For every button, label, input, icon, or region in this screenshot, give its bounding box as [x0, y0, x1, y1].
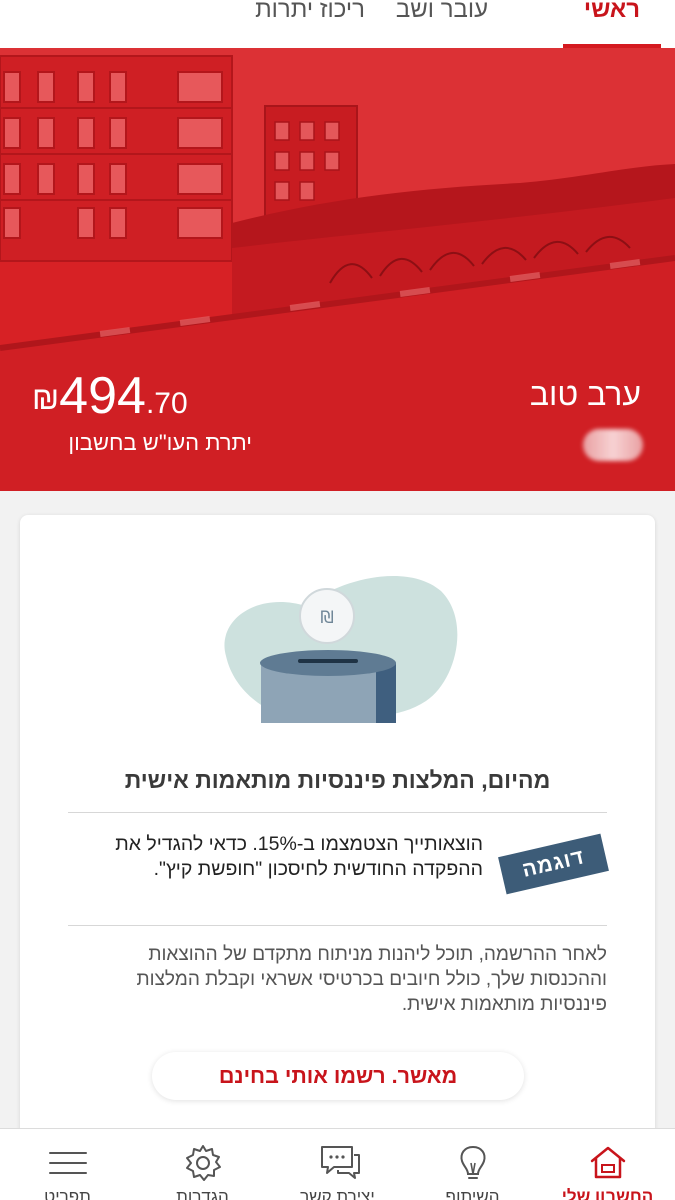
card-title: מהיום, המלצות פיננסיות מותאמות אישית [124, 767, 551, 793]
signup-free-button[interactable]: מאשר. רשמו אותי בחינם [152, 1052, 524, 1100]
gear-icon [186, 1145, 221, 1181]
example-badge: דוגמה [498, 833, 609, 895]
example-divider [68, 925, 607, 926]
title-divider [68, 812, 607, 813]
card-description: לאחר ההרשמה, תוכל ליהנות מניתוח מתקדם של… [136, 944, 608, 1015]
nav-menu[interactable]: תפריט [0, 1129, 135, 1200]
chat-icon [321, 1146, 360, 1179]
bottom-navigation: החשבון שלי השיתוף יצירת קשר הגדרות תפריט [0, 1128, 675, 1200]
tab-main-label: ראשי [583, 0, 641, 23]
nav-contact[interactable]: יצירת קשר [270, 1129, 405, 1200]
top-tabs: ראשי עובר ושב ריכוז יתרות [0, 0, 675, 48]
nav-my-account[interactable]: החשבון שלי [540, 1129, 675, 1200]
tab-balances-summary-label: ריכוז יתרות [255, 0, 365, 23]
lightbulb-icon [460, 1145, 486, 1179]
tab-transactions[interactable]: עובר ושב [387, 0, 497, 48]
balance-integer: 494 [59, 367, 146, 425]
user-name-blurred [583, 429, 643, 461]
nav-sharing-label: השיתוף [445, 1187, 500, 1200]
home-icon [590, 1146, 626, 1179]
example-recommendation-text: הוצאותייך הצטמצמו ב-15%. כדאי להגדיל את … [115, 833, 483, 880]
nav-sharing[interactable]: השיתוף [405, 1129, 540, 1200]
tab-main[interactable]: ראשי [563, 0, 661, 48]
nav-menu-label: תפריט [44, 1187, 91, 1200]
recommendations-card: ₪ מהיום, המלצות פיננסיות מותאמות אישית ה… [20, 515, 655, 1155]
balance-decimal: .70 [145, 387, 188, 420]
piggy-bank-coin-illustration: ₪ [224, 575, 458, 723]
hero-banner: ערב טוב ₪494.70 יתרת העו"ש בחשבון [0, 48, 675, 491]
account-balance[interactable]: ₪494.70 [32, 366, 188, 426]
nav-settings-label: הגדרות [176, 1187, 229, 1200]
greeting-text: ערב טוב [529, 376, 641, 412]
coin-shekel-icon: ₪ [320, 608, 333, 628]
balance-label: יתרת העו"ש בחשבון [68, 430, 252, 455]
menu-icon [49, 1152, 87, 1174]
balance-currency: ₪ [32, 380, 60, 416]
nav-my-account-label: החשבון שלי [561, 1187, 654, 1200]
nav-settings[interactable]: הגדרות [135, 1129, 270, 1200]
tab-balances-summary[interactable]: ריכוז יתרות [247, 0, 373, 48]
nav-contact-label: יצירת קשר [300, 1187, 375, 1200]
tab-transactions-label: עובר ושב [395, 0, 489, 23]
